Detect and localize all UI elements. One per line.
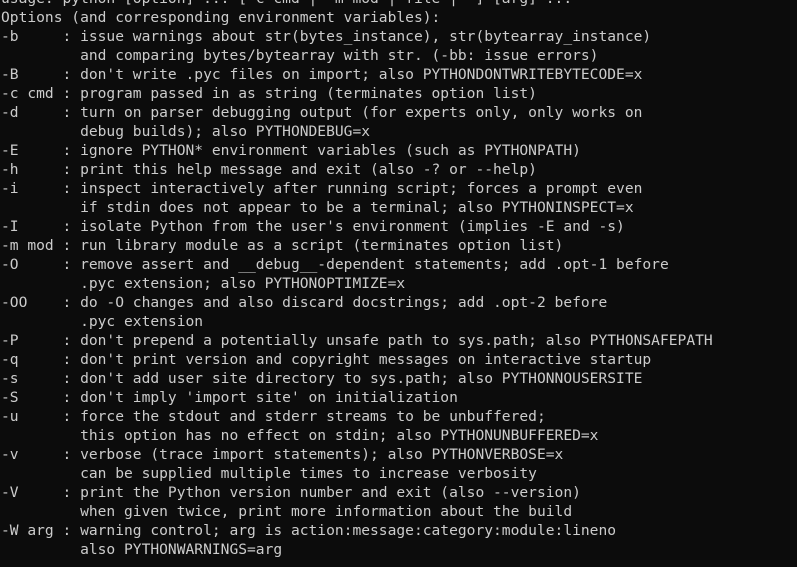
terminal-line-option-P: -P : don't prepend a potentially unsafe … (1, 332, 713, 349)
terminal-line-option-d-cont: debug builds); also PYTHONDEBUG=x (1, 123, 371, 140)
terminal-line-option-E: -E : ignore PYTHON* environment variable… (1, 142, 581, 159)
terminal-line-option-v-cont: can be supplied multiple times to increa… (1, 465, 537, 482)
terminal-line-option-OO: -OO : do -O changes and also discard doc… (1, 294, 608, 311)
terminal-line-option-I: -I : isolate Python from the user's envi… (1, 218, 625, 235)
terminal-line-option-m: -m mod : run library module as a script … (1, 237, 564, 254)
terminal-line-option-V: -V : print the Python version number and… (1, 484, 581, 501)
terminal-line-option-S: -S : don't imply 'import site' on initia… (1, 389, 458, 406)
terminal-line-option-q: -q : don't print version and copyright m… (1, 351, 652, 368)
terminal-line-option-s: -s : don't add user site directory to sy… (1, 370, 643, 387)
terminal-line-option-d: -d : turn on parser debugging output (fo… (1, 104, 643, 121)
terminal-line-option-O: -O : remove assert and __debug__-depende… (1, 256, 669, 273)
terminal-line-option-V-cont: when given twice, print more information… (1, 503, 573, 520)
terminal-output[interactable]: usage: python [option] ... [-c cmd | -m … (0, 0, 797, 567)
terminal-line-option-b-cont: and comparing bytes/bytearray with str. … (1, 47, 599, 64)
terminal-line-option-c: -c cmd : program passed in as string (te… (1, 85, 537, 102)
terminal-line-option-u-cont: this option has no effect on stdin; also… (1, 427, 599, 444)
terminal-line-option-h: -h : print this help message and exit (a… (1, 161, 537, 178)
terminal-line-option-u: -u : force the stdout and stderr streams… (1, 408, 546, 425)
terminal-line-option-OO-cont: .pyc extension (1, 313, 204, 330)
terminal-line-usage: usage: python [option] ... [-c cmd | -m … (0, 0, 797, 8)
terminal-line-option-B: -B : don't write .pyc files on import; a… (1, 66, 643, 83)
terminal-line-options-header: Options (and corresponding environment v… (1, 9, 441, 26)
terminal-line-option-v: -v : verbose (trace import statements); … (1, 446, 564, 463)
terminal-line-option-i-cont: if stdin does not appear to be a termina… (1, 199, 634, 216)
terminal-line-option-i: -i : inspect interactively after running… (1, 180, 643, 197)
terminal-line-option-W: -W arg : warning control; arg is action:… (1, 522, 617, 539)
terminal-line-option-W-cont: also PYTHONWARNINGS=arg (1, 541, 283, 558)
terminal-line-option-b: -b : issue warnings about str(bytes_inst… (1, 28, 652, 45)
terminal-line-option-O-cont: .pyc extension; also PYTHONOPTIMIZE=x (1, 275, 406, 292)
